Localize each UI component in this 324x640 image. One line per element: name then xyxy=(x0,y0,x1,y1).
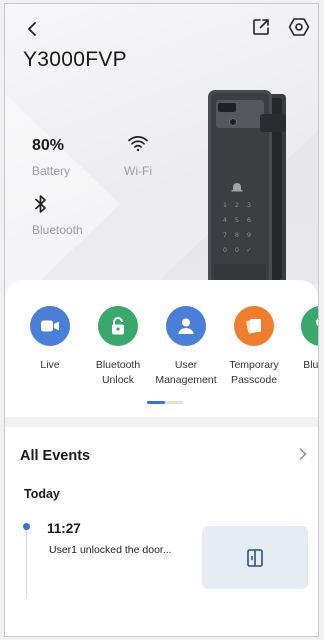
wifi-icon xyxy=(128,136,148,152)
timeline-line xyxy=(26,523,27,599)
share-button[interactable] xyxy=(248,14,274,40)
event-thumbnail[interactable] xyxy=(202,526,308,589)
svg-text:7: 7 xyxy=(223,231,227,239)
shortcut-label: Bluetoo xyxy=(303,359,318,371)
share-icon xyxy=(253,19,269,35)
event-group-label: Today xyxy=(24,487,60,501)
shortcut-bluetooth-key[interactable]: Bluetoo xyxy=(283,306,318,373)
chevron-right-icon xyxy=(299,448,307,460)
shortcut-carousel[interactable]: Live Bluetooth Unlock User Management Te… xyxy=(5,306,318,396)
smart-lock-image: 123 456 789 0 0 ✓ xyxy=(208,90,286,286)
svg-text:3: 3 xyxy=(247,201,251,209)
event-text: unlocked the door... xyxy=(79,544,172,556)
battery-value: 80% xyxy=(32,137,65,154)
back-button[interactable] xyxy=(19,16,45,42)
shortcut-bluetooth-unlock[interactable]: Bluetooth Unlock xyxy=(80,306,156,388)
bluetooth-label: Bluetooth xyxy=(32,223,83,237)
bottom-sheet: Live Bluetooth Unlock User Management Te… xyxy=(5,280,318,636)
passcode-card-icon xyxy=(246,319,261,334)
svg-text:8: 8 xyxy=(235,231,239,239)
svg-text:✓: ✓ xyxy=(246,246,251,254)
event-time: 11:27 xyxy=(47,521,81,536)
svg-text:9: 9 xyxy=(247,231,251,239)
shortcut-user-management[interactable]: User Management xyxy=(148,306,224,388)
svg-text:0: 0 xyxy=(223,246,227,254)
svg-text:1: 1 xyxy=(223,201,227,209)
timeline-dot xyxy=(23,523,30,530)
shortcut-temporary-passcode-circle xyxy=(234,306,274,346)
carousel-page-indicator xyxy=(147,401,183,404)
shortcut-bluetooth-key-circle xyxy=(301,306,318,346)
shortcut-label: User Management xyxy=(155,359,217,386)
bluetooth-status: Bluetooth xyxy=(32,194,83,237)
shortcut-live-circle xyxy=(30,306,70,346)
svg-text:6: 6 xyxy=(247,216,251,224)
app-screen: Y3000FVP 80% Battery Wi-Fi Bluetooth 123… xyxy=(5,4,318,636)
battery-status: 80% Battery xyxy=(32,137,70,178)
padlock-icon xyxy=(112,317,124,335)
shortcut-label: Temporary Passcode xyxy=(229,359,279,386)
all-events-row[interactable]: All Events xyxy=(5,436,318,476)
settings-hexagon-icon xyxy=(288,18,310,36)
svg-text:0: 0 xyxy=(235,246,239,254)
key-icon xyxy=(316,318,318,326)
all-events-title: All Events xyxy=(20,448,91,464)
battery-label: Battery xyxy=(32,164,71,178)
chevron-left-icon xyxy=(28,22,36,36)
section-divider xyxy=(5,417,318,427)
wifi-label: Wi-Fi xyxy=(124,164,152,178)
shortcut-temporary-passcode[interactable]: Temporary Passcode xyxy=(216,306,292,388)
shortcut-label: Bluetooth Unlock xyxy=(95,359,141,386)
bluetooth-icon xyxy=(35,195,46,213)
svg-text:4: 4 xyxy=(223,216,227,224)
device-title: Y3000FVP xyxy=(23,48,127,71)
svg-text:2: 2 xyxy=(235,201,239,209)
wifi-status: Wi-Fi xyxy=(124,134,152,178)
shortcut-bluetooth-unlock-circle xyxy=(98,306,138,346)
svg-text:5: 5 xyxy=(235,216,239,224)
event-description: User1 unlocked the door... xyxy=(49,544,197,556)
user-icon xyxy=(178,318,194,334)
page-indicator-active xyxy=(147,401,165,404)
shortcut-label: Live xyxy=(40,359,60,371)
event-user: User1 xyxy=(49,544,78,556)
shortcut-user-management-circle xyxy=(166,306,206,346)
video-camera-icon xyxy=(41,320,59,332)
door-icon xyxy=(247,548,263,567)
settings-button[interactable] xyxy=(286,14,312,40)
shortcut-live[interactable]: Live xyxy=(12,306,88,373)
